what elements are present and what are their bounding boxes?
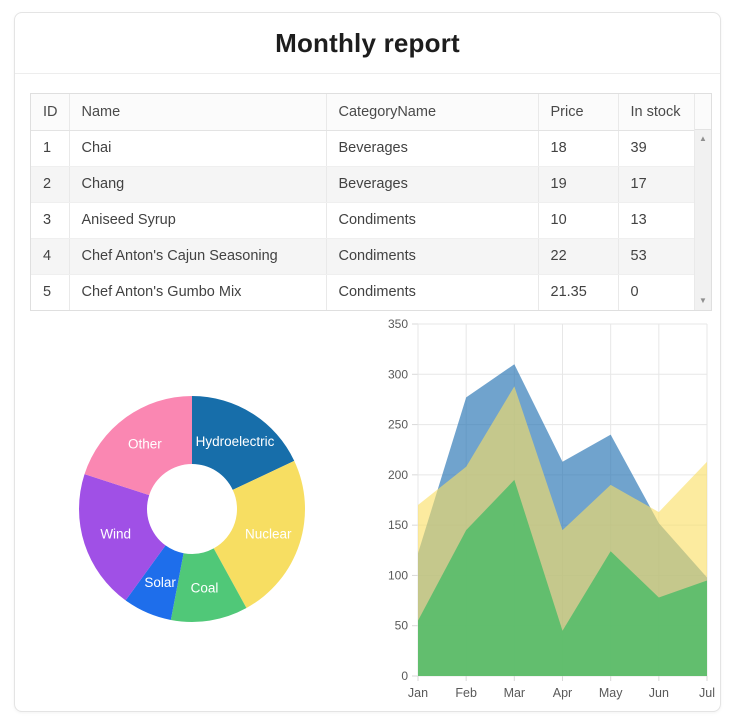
column-header-categoryname: CategoryName: [326, 94, 539, 131]
table-cell: Chang: [69, 166, 327, 203]
table-cell: Condiments: [326, 274, 539, 310]
table-cell: 4: [31, 238, 70, 275]
donut-segment-label: Other: [128, 437, 162, 452]
y-axis-label: 100: [388, 568, 408, 582]
y-axis-label: 150: [388, 518, 408, 532]
x-axis-label: Mar: [504, 686, 526, 700]
table-cell: Aniseed Syrup: [69, 202, 327, 239]
y-axis-label: 350: [388, 317, 408, 331]
table-cell: 2: [31, 166, 70, 203]
table-cell: 1: [31, 130, 70, 167]
table-cell: 21.35: [538, 274, 619, 310]
donut-segment-label: Coal: [191, 581, 219, 596]
column-header-name: Name: [69, 94, 327, 131]
table-row[interactable]: 5 Chef Anton's Gumbo Mix Condiments 21.35 0: [31, 274, 696, 310]
energy-donut-chart: Hydroelectric Nuclear Coal Solar Wind Other: [79, 396, 305, 622]
table-cell: Beverages: [326, 166, 539, 203]
table-cell: 19: [538, 166, 619, 203]
products-table-container: ID Name CategoryName Price In stock 1 Chai Bev…: [30, 93, 712, 311]
table-cell: Condiments: [326, 238, 539, 275]
table-cell: 5: [31, 274, 70, 310]
table-cell: Chef Anton's Cajun Seasoning: [69, 238, 327, 275]
card-header: Monthly report: [15, 13, 720, 74]
y-axis-label: 200: [388, 468, 408, 482]
table-cell: 0: [630, 284, 639, 301]
x-axis-label: Jul: [699, 686, 715, 700]
y-axis-label: 0: [401, 669, 408, 683]
table-cell: 39: [618, 130, 696, 167]
donut-segment-label: Solar: [144, 575, 176, 590]
table-cell: 10: [538, 202, 619, 239]
table-cell: Chai: [69, 130, 327, 167]
scrollbar-header-stub: [695, 94, 711, 130]
table-cell: Beverages: [326, 130, 539, 167]
x-axis-label: Feb: [455, 686, 477, 700]
y-axis-label: 250: [388, 418, 408, 432]
scroll-up-icon[interactable]: ▲: [699, 135, 707, 143]
products-table: ID Name CategoryName Price In stock 1 Chai Bev…: [31, 94, 696, 310]
table-header-row: ID Name CategoryName Price In stock: [31, 94, 696, 131]
table-cell: 17: [618, 166, 696, 203]
table-row[interactable]: 2 Chang Beverages 19 17: [31, 166, 696, 203]
column-header-in-stock: In stock: [618, 94, 696, 131]
donut-segment-label: Wind: [100, 526, 131, 541]
table-cell: 13: [618, 202, 696, 239]
table-scrollbar[interactable]: ▲ ▼: [694, 94, 711, 310]
table-cell: 3: [31, 202, 70, 239]
page-title: Monthly report: [275, 27, 460, 58]
table-cell: 53: [618, 238, 696, 275]
x-axis-label: Jun: [649, 686, 669, 700]
monthly-area-chart: 0 50 100 150 200 250 300 350 Jan Feb Mar Apr May Jun J…: [388, 317, 715, 700]
report-card: Monthly report ID Name CategoryName Price In…: [14, 12, 721, 712]
y-axis-label: 300: [388, 367, 408, 381]
table-row[interactable]: 1 Chai Beverages 18 39: [31, 130, 696, 167]
y-axis-label: 50: [395, 619, 409, 633]
scrollbar-track[interactable]: ▲ ▼: [695, 130, 711, 310]
x-axis-label: May: [599, 686, 623, 700]
table-cell: Condiments: [326, 202, 539, 239]
donut-segment-label: Nuclear: [245, 526, 292, 541]
table-row[interactable]: 4 Chef Anton's Cajun Seasoning Condiments 2…: [31, 238, 696, 275]
table-cell: 22: [538, 238, 619, 275]
table-cell: Chef Anton's Gumbo Mix: [69, 274, 327, 310]
x-axis-label: Jan: [408, 686, 428, 700]
charts-row: Hydroelectric Nuclear Coal Solar Wind Other 0…: [15, 311, 722, 713]
column-header-price: Price: [538, 94, 619, 131]
donut-segment-label: Hydroelectric: [196, 434, 275, 449]
column-header-id: ID: [31, 94, 70, 131]
scroll-down-icon[interactable]: ▼: [699, 297, 707, 305]
x-axis-label: Apr: [553, 686, 572, 700]
table-row[interactable]: 3 Aniseed Syrup Condiments 10 13: [31, 202, 696, 239]
table-cell: 18: [538, 130, 619, 167]
